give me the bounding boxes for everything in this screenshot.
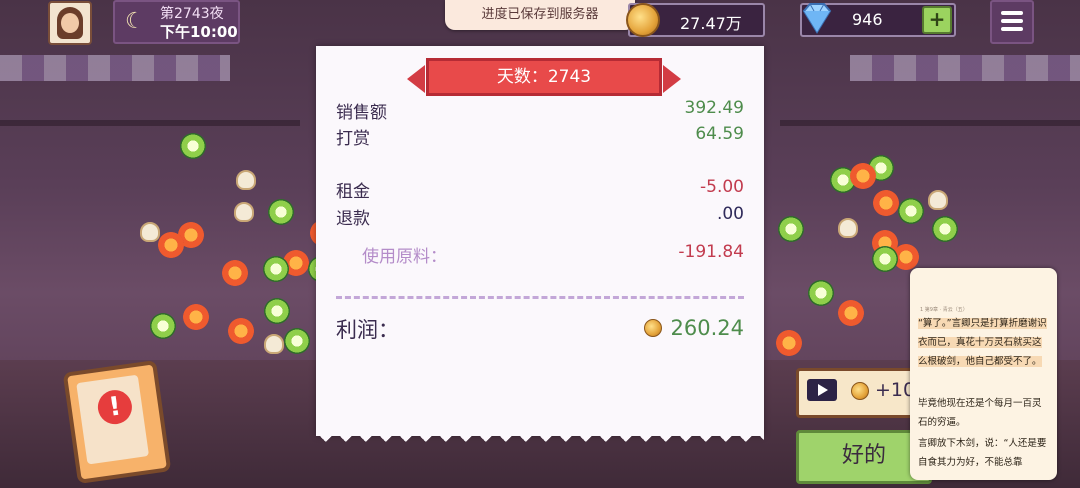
video-play-icon	[807, 379, 837, 401]
rent-label: 租金	[336, 182, 370, 202]
coin-counter: 27.47万	[626, 3, 765, 37]
clock-time: 下午10:00	[160, 23, 238, 41]
tomato-slice	[183, 304, 209, 330]
daily-receipt: 天数：2743 销售额 392.49 打赏 64.59 租金 -5.00 退款 …	[316, 46, 764, 452]
reader-header: 1 第9章 · 青云（五）	[920, 307, 968, 313]
tomato-slice	[873, 190, 899, 216]
tomato-slice	[228, 318, 254, 344]
shelf	[0, 120, 300, 126]
garlic-clove	[838, 218, 858, 238]
garlic-clove	[928, 190, 948, 210]
tips-value: 64.59	[695, 124, 744, 144]
add-gems-button[interactable]: +	[922, 6, 952, 34]
refund-value: .00	[716, 204, 744, 224]
coin-icon	[644, 319, 662, 337]
shelf	[780, 120, 1080, 126]
pepper-slice	[263, 256, 289, 282]
player-avatar[interactable]	[48, 1, 92, 45]
coin-icon	[851, 382, 869, 400]
rent-value: -5.00	[700, 177, 744, 197]
pepper-slice	[150, 313, 176, 339]
tomato-slice	[222, 260, 248, 286]
pepper-slice	[268, 199, 294, 225]
menu-button[interactable]	[990, 0, 1034, 44]
tomato-slice	[850, 163, 876, 189]
tips-row: 打赏 64.59	[336, 124, 744, 149]
menu-icon-bar	[1001, 11, 1023, 15]
profit-row: 利润： 260.24	[336, 314, 744, 346]
awning	[0, 55, 230, 81]
gem-counter: 946 +	[800, 3, 956, 37]
tomato-slice	[158, 232, 184, 258]
diamond-icon	[802, 3, 832, 34]
novel-reader-overlay[interactable]: 1 第9章 · 青云（五） “算了。”言卿只是打算折磨谢识衣而已，真花十万灵石就…	[910, 268, 1057, 480]
day-banner: 天数：2743	[407, 58, 681, 96]
night-counter: 第2743夜	[160, 6, 224, 22]
pepper-slice	[932, 216, 958, 242]
materials-row: 使用原料： -191.84	[336, 242, 744, 267]
garlic-clove	[236, 170, 256, 190]
card-face: !	[76, 374, 150, 465]
avatar-face	[61, 13, 79, 33]
pepper-slice	[872, 246, 898, 272]
materials-label: 使用原料：	[362, 247, 447, 267]
garlic-clove	[140, 222, 160, 242]
reader-paragraph: 毕竟他现在还是个每月一百灵石的穷逼。	[918, 398, 1042, 428]
exclamation-icon: !	[95, 387, 135, 427]
profit-value: 260.24	[670, 316, 744, 340]
day-time-panel: ☾ 第2743夜 下午10:00	[113, 0, 240, 44]
reader-paragraph: 言卿放下木剑，说：“人还是要自食其力为好，不能总靠	[918, 438, 1047, 468]
garlic-clove	[264, 334, 284, 354]
pepper-slice	[180, 133, 206, 159]
sales-value: 392.49	[684, 98, 744, 118]
awning	[850, 55, 1080, 81]
save-toast: 进度已保存到服务器	[445, 0, 635, 30]
garlic-clove	[234, 202, 254, 222]
pepper-slice	[808, 280, 834, 306]
pepper-slice	[264, 298, 290, 324]
receipt-divider	[336, 296, 744, 299]
materials-value: -191.84	[678, 242, 744, 262]
coin-icon	[626, 3, 660, 37]
tomato-slice	[776, 330, 802, 356]
rent-row: 租金 -5.00	[336, 177, 744, 202]
tomato-slice	[838, 300, 864, 326]
pepper-slice	[778, 216, 804, 242]
pepper-slice	[898, 198, 924, 224]
menu-icon-bar	[1001, 27, 1023, 31]
pepper-slice	[284, 328, 310, 354]
refund-label: 退款	[336, 209, 370, 229]
reader-paragraph: “算了。”言卿只是打算折磨谢识衣而已，真花十万灵石就买这么根破剑，他自己都受不了…	[918, 314, 1050, 371]
coin-amount: 27.47万	[680, 14, 742, 33]
moon-icon: ☾	[125, 9, 145, 34]
profit-label: 利润：	[336, 318, 399, 342]
sales-row: 销售额 392.49	[336, 98, 744, 123]
menu-icon-bar	[1001, 19, 1023, 23]
receipt-torn-edge	[316, 432, 764, 452]
refund-row: 退款 .00	[336, 204, 744, 229]
reader-paragraph-text: “算了。”言卿只是打算折磨谢识衣而已，真花十万灵石就买这么根破剑，他自己都受不了…	[918, 318, 1047, 367]
top-hud: ☾ 第2743夜 下午10:00 进度已保存到服务器 27.47万 946 +	[0, 0, 1080, 45]
alert-card-button[interactable]: !	[62, 360, 172, 484]
tips-label: 打赏	[336, 129, 370, 149]
sales-label: 销售额	[336, 103, 387, 123]
gem-amount: 946	[852, 10, 883, 29]
